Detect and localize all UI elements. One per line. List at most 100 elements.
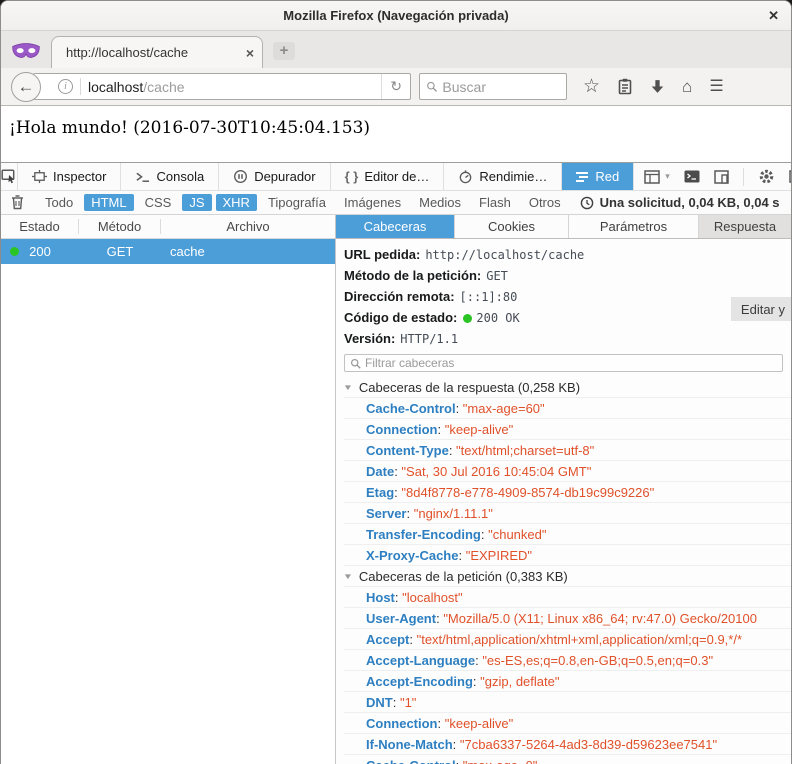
hamburger-menu-icon[interactable]: ☰: [709, 79, 724, 95]
edit-and-resend-button[interactable]: Editar y: [731, 297, 791, 321]
request-list-header: Estado Método Archivo: [1, 215, 335, 239]
tab-label: Editor de…: [364, 169, 429, 184]
iframe-caret-icon[interactable]: ▾: [665, 171, 670, 182]
status-code: 200: [29, 244, 51, 259]
select-iframe-icon[interactable]: [644, 170, 660, 184]
request-list: Estado Método Archivo 200 GET cache: [1, 215, 336, 764]
filter-tipografia[interactable]: Tipografía: [261, 194, 333, 211]
private-browsing-mask-icon: [11, 43, 41, 60]
filter-xhr[interactable]: XHR: [216, 194, 257, 211]
column-archivo[interactable]: Archivo: [161, 219, 335, 234]
summary-status: Código de estado:200 OK: [344, 307, 791, 328]
filter-html[interactable]: HTML: [84, 194, 133, 211]
search-box[interactable]: [419, 73, 567, 100]
header-row[interactable]: Accept"text/html,application/xhtml+xml,a…: [344, 629, 791, 650]
header-row[interactable]: Connection"keep-alive": [344, 419, 791, 440]
tab-parametros[interactable]: Parámetros: [569, 215, 699, 238]
requests-summary[interactable]: Una solicitud, 0,04 KB, 0,04 s: [580, 195, 780, 210]
tab-depurador[interactable]: Depurador: [219, 163, 330, 190]
request-row-selected[interactable]: 200 GET cache: [1, 239, 335, 264]
tab-cabeceras[interactable]: Cabeceras: [336, 215, 455, 238]
home-icon[interactable]: ⌂: [682, 78, 692, 95]
header-row[interactable]: Cache-Control"max-age=60": [344, 398, 791, 419]
site-info-icon[interactable]: i: [58, 79, 73, 94]
header-row[interactable]: Server"nginx/1.11.1": [344, 503, 791, 524]
summary-remote-address: Dirección remota:[::1]:80: [344, 286, 791, 307]
header-row[interactable]: Date"Sat, 30 Jul 2016 10:45:04 GMT": [344, 461, 791, 482]
clear-requests-trash-icon[interactable]: [11, 195, 24, 210]
status-green-dot: [10, 247, 19, 256]
header-row[interactable]: DNT"1": [344, 692, 791, 713]
filter-todo[interactable]: Todo: [38, 194, 80, 211]
header-row[interactable]: User-Agent"Mozilla/5.0 (X11; Linux x86_6…: [344, 608, 791, 629]
column-estado[interactable]: Estado: [1, 219, 79, 234]
tab-inspector[interactable]: Inspector: [18, 163, 121, 190]
header-row[interactable]: Cache-Control"max-age=0": [344, 755, 791, 764]
header-row[interactable]: Etag"8d4f8778-e778-4909-8574-db19c99c922…: [344, 482, 791, 503]
bookmark-star-icon[interactable]: ☆: [583, 77, 600, 96]
details-tab-strip: Cabeceras Cookies Parámetros Respuesta: [336, 215, 791, 239]
tab-cookies[interactable]: Cookies: [455, 215, 569, 238]
tab-close-icon[interactable]: ×: [246, 45, 254, 61]
header-row[interactable]: Connection"keep-alive": [344, 713, 791, 734]
filter-js[interactable]: JS: [182, 194, 211, 211]
browser-tab[interactable]: http://localhost/cache ×: [51, 36, 263, 68]
pick-element-button[interactable]: [1, 163, 18, 190]
filter-imagenes[interactable]: Imágenes: [337, 194, 408, 211]
responsive-mode-icon[interactable]: [714, 170, 729, 184]
performance-stopwatch-icon: [458, 169, 473, 184]
url-text[interactable]: localhost/cache: [88, 79, 374, 95]
header-row[interactable]: Content-Type"text/html;charset=utf-8": [344, 440, 791, 461]
request-status-cell: 200: [1, 244, 79, 259]
url-divider: [80, 78, 81, 95]
back-button[interactable]: ←: [11, 72, 41, 102]
search-icon: [426, 80, 437, 93]
filter-otros[interactable]: Otros: [522, 194, 568, 211]
toolbar-buttons: ☆ ⌂ ☰: [583, 77, 725, 96]
header-row[interactable]: Transfer-Encoding"chunked": [344, 524, 791, 545]
search-input[interactable]: [442, 79, 560, 95]
reload-icon[interactable]: ↻: [381, 74, 410, 99]
tab-rendimiento[interactable]: Rendimie…: [444, 163, 562, 190]
summary-version: Versión:HTTP/1.1: [344, 328, 791, 349]
pick-element-icon: [1, 169, 17, 184]
network-main: Estado Método Archivo 200 GET cache Cabe…: [1, 215, 791, 764]
inspector-icon: [32, 169, 47, 184]
header-row[interactable]: If-None-Match"7cba6337-5264-4ad3-8d39-d5…: [344, 734, 791, 755]
tab-label: Red: [595, 169, 619, 184]
filter-css[interactable]: CSS: [138, 194, 179, 211]
style-editor-braces-icon: { }: [345, 169, 359, 184]
headers-filter-box[interactable]: [344, 354, 783, 372]
page-text: ¡Hola mundo! (2016-07-30T10:45:04.153): [9, 118, 370, 138]
collapse-twisty-icon[interactable]: ▼: [343, 377, 353, 398]
headers-filter-input[interactable]: [365, 356, 777, 370]
url-host: localhost: [88, 79, 143, 95]
url-bar[interactable]: i localhost/cache ↻: [33, 73, 411, 100]
header-row[interactable]: X-Proxy-Cache"EXPIRED": [344, 545, 791, 566]
tab-red[interactable]: Red: [562, 163, 634, 190]
window-close-icon[interactable]: ✕: [768, 8, 779, 24]
debugger-pause-icon: [233, 169, 248, 184]
tab-consola[interactable]: Consola: [121, 163, 219, 190]
request-file-cell: cache: [161, 244, 335, 259]
header-row[interactable]: Accept-Language"es-ES,es;q=0.8,en-GB;q=0…: [344, 650, 791, 671]
collapse-twisty-icon[interactable]: ▼: [343, 566, 353, 587]
tab-label: Depurador: [254, 169, 315, 184]
split-console-icon[interactable]: [684, 170, 700, 183]
bookmarks-menu-icon[interactable]: [617, 78, 633, 96]
filter-flash[interactable]: Flash: [472, 194, 518, 211]
tab-respuesta[interactable]: Respuesta: [699, 215, 791, 238]
header-row[interactable]: Accept-Encoding"gzip, deflate": [344, 671, 791, 692]
downloads-icon[interactable]: [650, 79, 665, 95]
new-tab-button[interactable]: +: [273, 42, 295, 60]
header-row[interactable]: Host"localhost": [344, 587, 791, 608]
tab-editor-de-estilo[interactable]: { } Editor de…: [331, 163, 445, 190]
devtools-toolbar-buttons: ▾: [634, 163, 792, 190]
filter-medios[interactable]: Medios: [412, 194, 468, 211]
column-metodo[interactable]: Método: [79, 219, 161, 234]
settings-gear-icon[interactable]: [758, 168, 775, 185]
response-headers-section[interactable]: ▼ Cabeceras de la respuesta (0,258 KB): [344, 377, 791, 398]
window-title: Mozilla Firefox (Navegación privada): [1, 8, 791, 23]
request-headers-section[interactable]: ▼ Cabeceras de la petición (0,383 KB): [344, 566, 791, 587]
devtools-toolbar: Inspector Consola Depurador { } Edi: [1, 163, 791, 191]
